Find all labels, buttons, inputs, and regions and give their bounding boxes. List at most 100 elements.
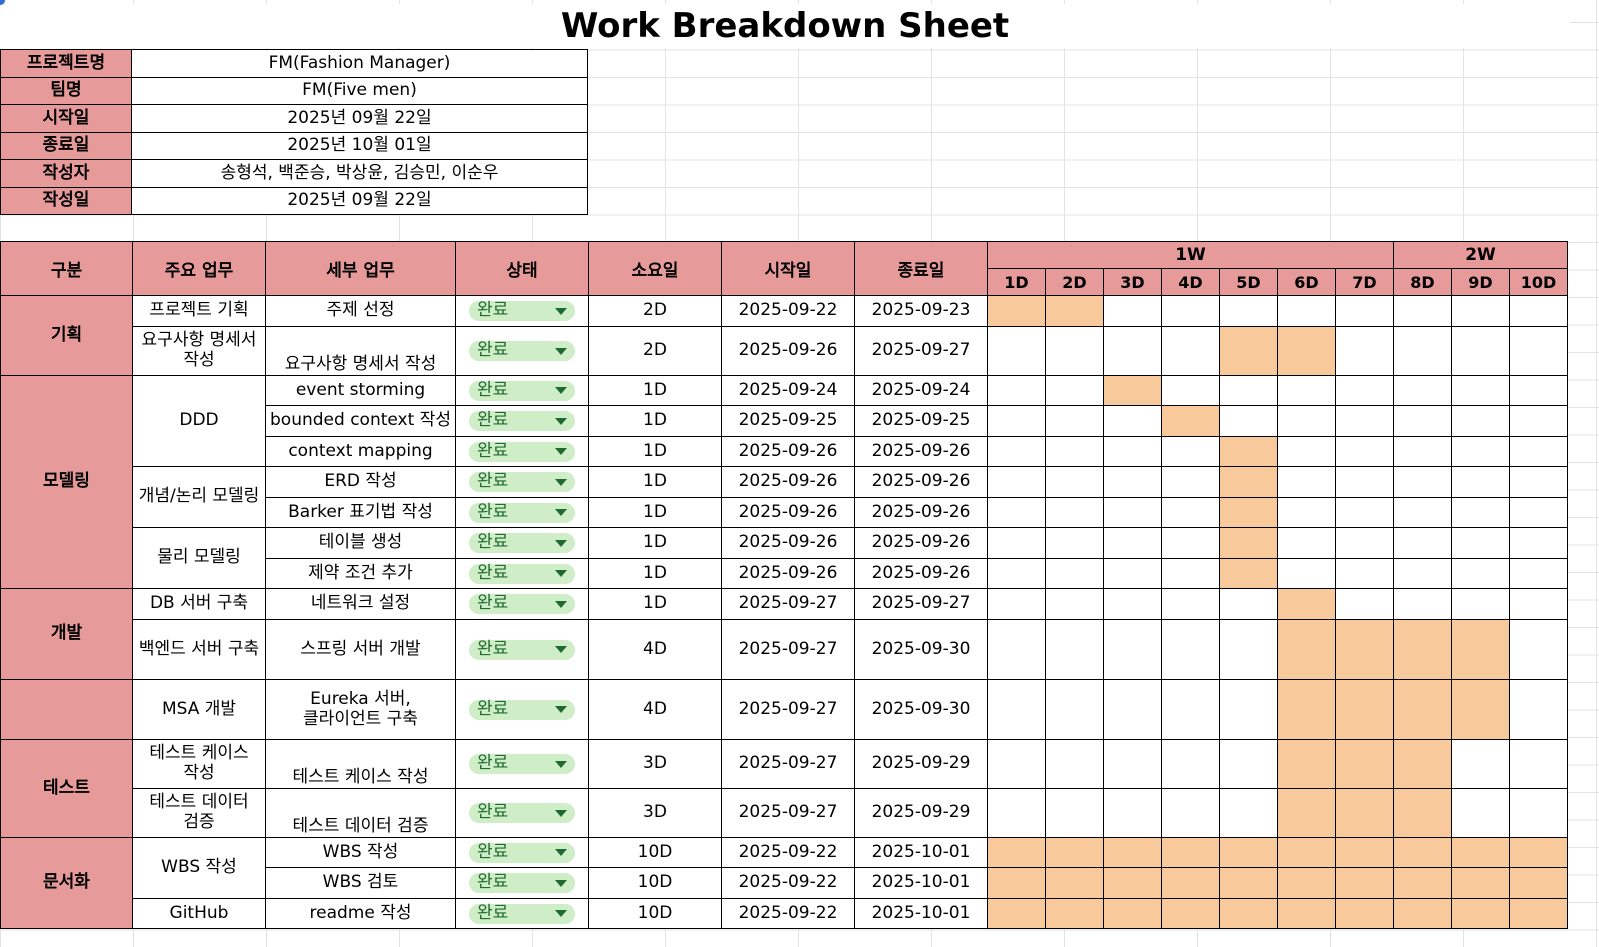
gantt-cell[interactable] <box>1509 527 1568 559</box>
gantt-cell[interactable] <box>1277 788 1336 838</box>
main-task-cell[interactable]: 요구사항 명세서 작성 <box>132 326 266 376</box>
gantt-cell[interactable] <box>1103 588 1162 620</box>
main-task-cell[interactable]: 프로젝트 기획 <box>132 295 266 327</box>
detail-task-cell[interactable]: 테스트 데이터 검증 <box>265 788 456 838</box>
gantt-cell[interactable] <box>1045 619 1104 680</box>
gantt-cell[interactable] <box>1161 295 1220 327</box>
gantt-cell[interactable] <box>987 375 1046 406</box>
gantt-cell[interactable] <box>987 558 1046 589</box>
main-task-cell[interactable]: 물리 모델링 <box>132 527 266 589</box>
gantt-cell[interactable] <box>1161 326 1220 376</box>
info-value[interactable]: 2025년 10월 01일 <box>131 131 588 160</box>
gantt-cell[interactable] <box>1103 295 1162 327</box>
end-date-cell[interactable]: 2025-09-26 <box>854 436 988 467</box>
chevron-down-icon[interactable] <box>555 910 567 917</box>
start-date-cell[interactable]: 2025-09-26 <box>721 527 855 559</box>
gantt-cell[interactable] <box>1219 898 1278 929</box>
status-dropdown[interactable]: 완료 <box>469 301 575 321</box>
start-date-cell[interactable]: 2025-09-27 <box>721 588 855 620</box>
gantt-cell[interactable] <box>1045 867 1104 899</box>
gantt-cell[interactable] <box>1045 679 1104 740</box>
gantt-cell[interactable] <box>987 837 1046 868</box>
main-task-cell[interactable]: 백엔드 서버 구축 <box>132 619 266 680</box>
main-task-cell[interactable]: MSA 개발 <box>132 679 266 740</box>
start-date-cell[interactable]: 2025-09-22 <box>721 867 855 899</box>
gantt-cell[interactable] <box>1161 837 1220 868</box>
gantt-cell[interactable] <box>1393 619 1452 680</box>
status-dropdown[interactable]: 완료 <box>469 699 575 720</box>
end-date-cell[interactable]: 2025-09-26 <box>854 558 988 589</box>
gantt-cell[interactable] <box>1393 375 1452 406</box>
status-dropdown[interactable]: 완료 <box>469 903 575 924</box>
category-cell[interactable]: 개발 <box>0 588 133 680</box>
status-dropdown[interactable]: 완료 <box>469 441 575 462</box>
gantt-cell[interactable] <box>1509 436 1568 467</box>
gantt-cell[interactable] <box>987 295 1046 327</box>
gantt-cell[interactable] <box>1161 679 1220 740</box>
gantt-cell[interactable] <box>1103 326 1162 376</box>
gantt-cell[interactable] <box>1103 375 1162 406</box>
detail-task-cell[interactable]: event storming <box>265 375 456 406</box>
status-dropdown[interactable]: 완료 <box>469 803 575 823</box>
duration-cell[interactable]: 1D <box>588 588 722 620</box>
start-date-cell[interactable]: 2025-09-22 <box>721 837 855 868</box>
gantt-cell[interactable] <box>1277 436 1336 467</box>
gantt-cell[interactable] <box>1393 588 1452 620</box>
detail-task-cell[interactable]: 테이블 생성 <box>265 527 456 559</box>
gantt-cell[interactable] <box>1509 867 1568 899</box>
gantt-cell[interactable] <box>1277 867 1336 899</box>
gantt-cell[interactable] <box>987 497 1046 528</box>
status-dropdown[interactable]: 완료 <box>469 594 575 614</box>
gantt-cell[interactable] <box>1509 619 1568 680</box>
gantt-cell[interactable] <box>1509 375 1568 406</box>
gantt-cell[interactable] <box>1219 497 1278 528</box>
end-date-cell[interactable]: 2025-09-26 <box>854 497 988 528</box>
chevron-down-icon[interactable] <box>555 509 567 516</box>
gantt-cell[interactable] <box>1509 497 1568 528</box>
detail-task-cell[interactable]: 제약 조건 추가 <box>265 558 456 589</box>
category-cell[interactable]: 모델링 <box>0 375 133 589</box>
start-date-cell[interactable]: 2025-09-27 <box>721 679 855 740</box>
gantt-cell[interactable] <box>1045 405 1104 437</box>
end-date-cell[interactable]: 2025-09-29 <box>854 788 988 838</box>
info-value[interactable]: 2025년 09월 22일 <box>131 186 588 215</box>
gantt-cell[interactable] <box>1335 558 1394 589</box>
gantt-cell[interactable] <box>1509 295 1568 327</box>
end-date-cell[interactable]: 2025-09-29 <box>854 739 988 789</box>
chevron-down-icon[interactable] <box>555 417 567 425</box>
detail-task-cell[interactable]: WBS 검토 <box>265 867 456 899</box>
gantt-cell[interactable] <box>1103 898 1162 929</box>
chevron-down-icon[interactable] <box>555 539 567 547</box>
chevron-down-icon[interactable] <box>555 849 567 856</box>
gantt-cell[interactable] <box>1335 436 1394 467</box>
gantt-cell[interactable] <box>1393 497 1452 528</box>
gantt-cell[interactable] <box>1393 739 1452 789</box>
gantt-cell[interactable] <box>1219 466 1278 498</box>
gantt-cell[interactable] <box>1277 405 1336 437</box>
duration-cell[interactable]: 1D <box>588 527 722 559</box>
chevron-down-icon[interactable] <box>555 879 567 887</box>
gantt-cell[interactable] <box>1335 619 1394 680</box>
duration-cell[interactable]: 2D <box>588 295 722 327</box>
detail-task-cell[interactable]: 스프링 서버 개발 <box>265 619 456 680</box>
gantt-cell[interactable] <box>1045 588 1104 620</box>
gantt-cell[interactable] <box>1219 739 1278 789</box>
main-task-cell[interactable]: WBS 작성 <box>132 837 266 899</box>
gantt-cell[interactable] <box>1277 466 1336 498</box>
detail-task-cell[interactable]: bounded context 작성 <box>265 405 456 437</box>
status-dropdown[interactable]: 완료 <box>469 842 575 863</box>
end-date-cell[interactable]: 2025-09-23 <box>854 295 988 327</box>
gantt-cell[interactable] <box>1045 527 1104 559</box>
gantt-cell[interactable] <box>1045 558 1104 589</box>
start-date-cell[interactable]: 2025-09-22 <box>721 295 855 327</box>
info-value[interactable]: 송형석, 백준승, 박상윤, 김승민, 이순우 <box>131 159 588 188</box>
status-dropdown[interactable]: 완료 <box>469 411 575 431</box>
gantt-cell[interactable] <box>1103 837 1162 868</box>
end-date-cell[interactable]: 2025-10-01 <box>854 867 988 899</box>
gantt-cell[interactable] <box>1393 295 1452 327</box>
gantt-cell[interactable] <box>1045 326 1104 376</box>
gantt-cell[interactable] <box>1451 837 1510 868</box>
gantt-cell[interactable] <box>1277 588 1336 620</box>
duration-cell[interactable]: 4D <box>588 619 722 680</box>
gantt-cell[interactable] <box>1277 679 1336 740</box>
